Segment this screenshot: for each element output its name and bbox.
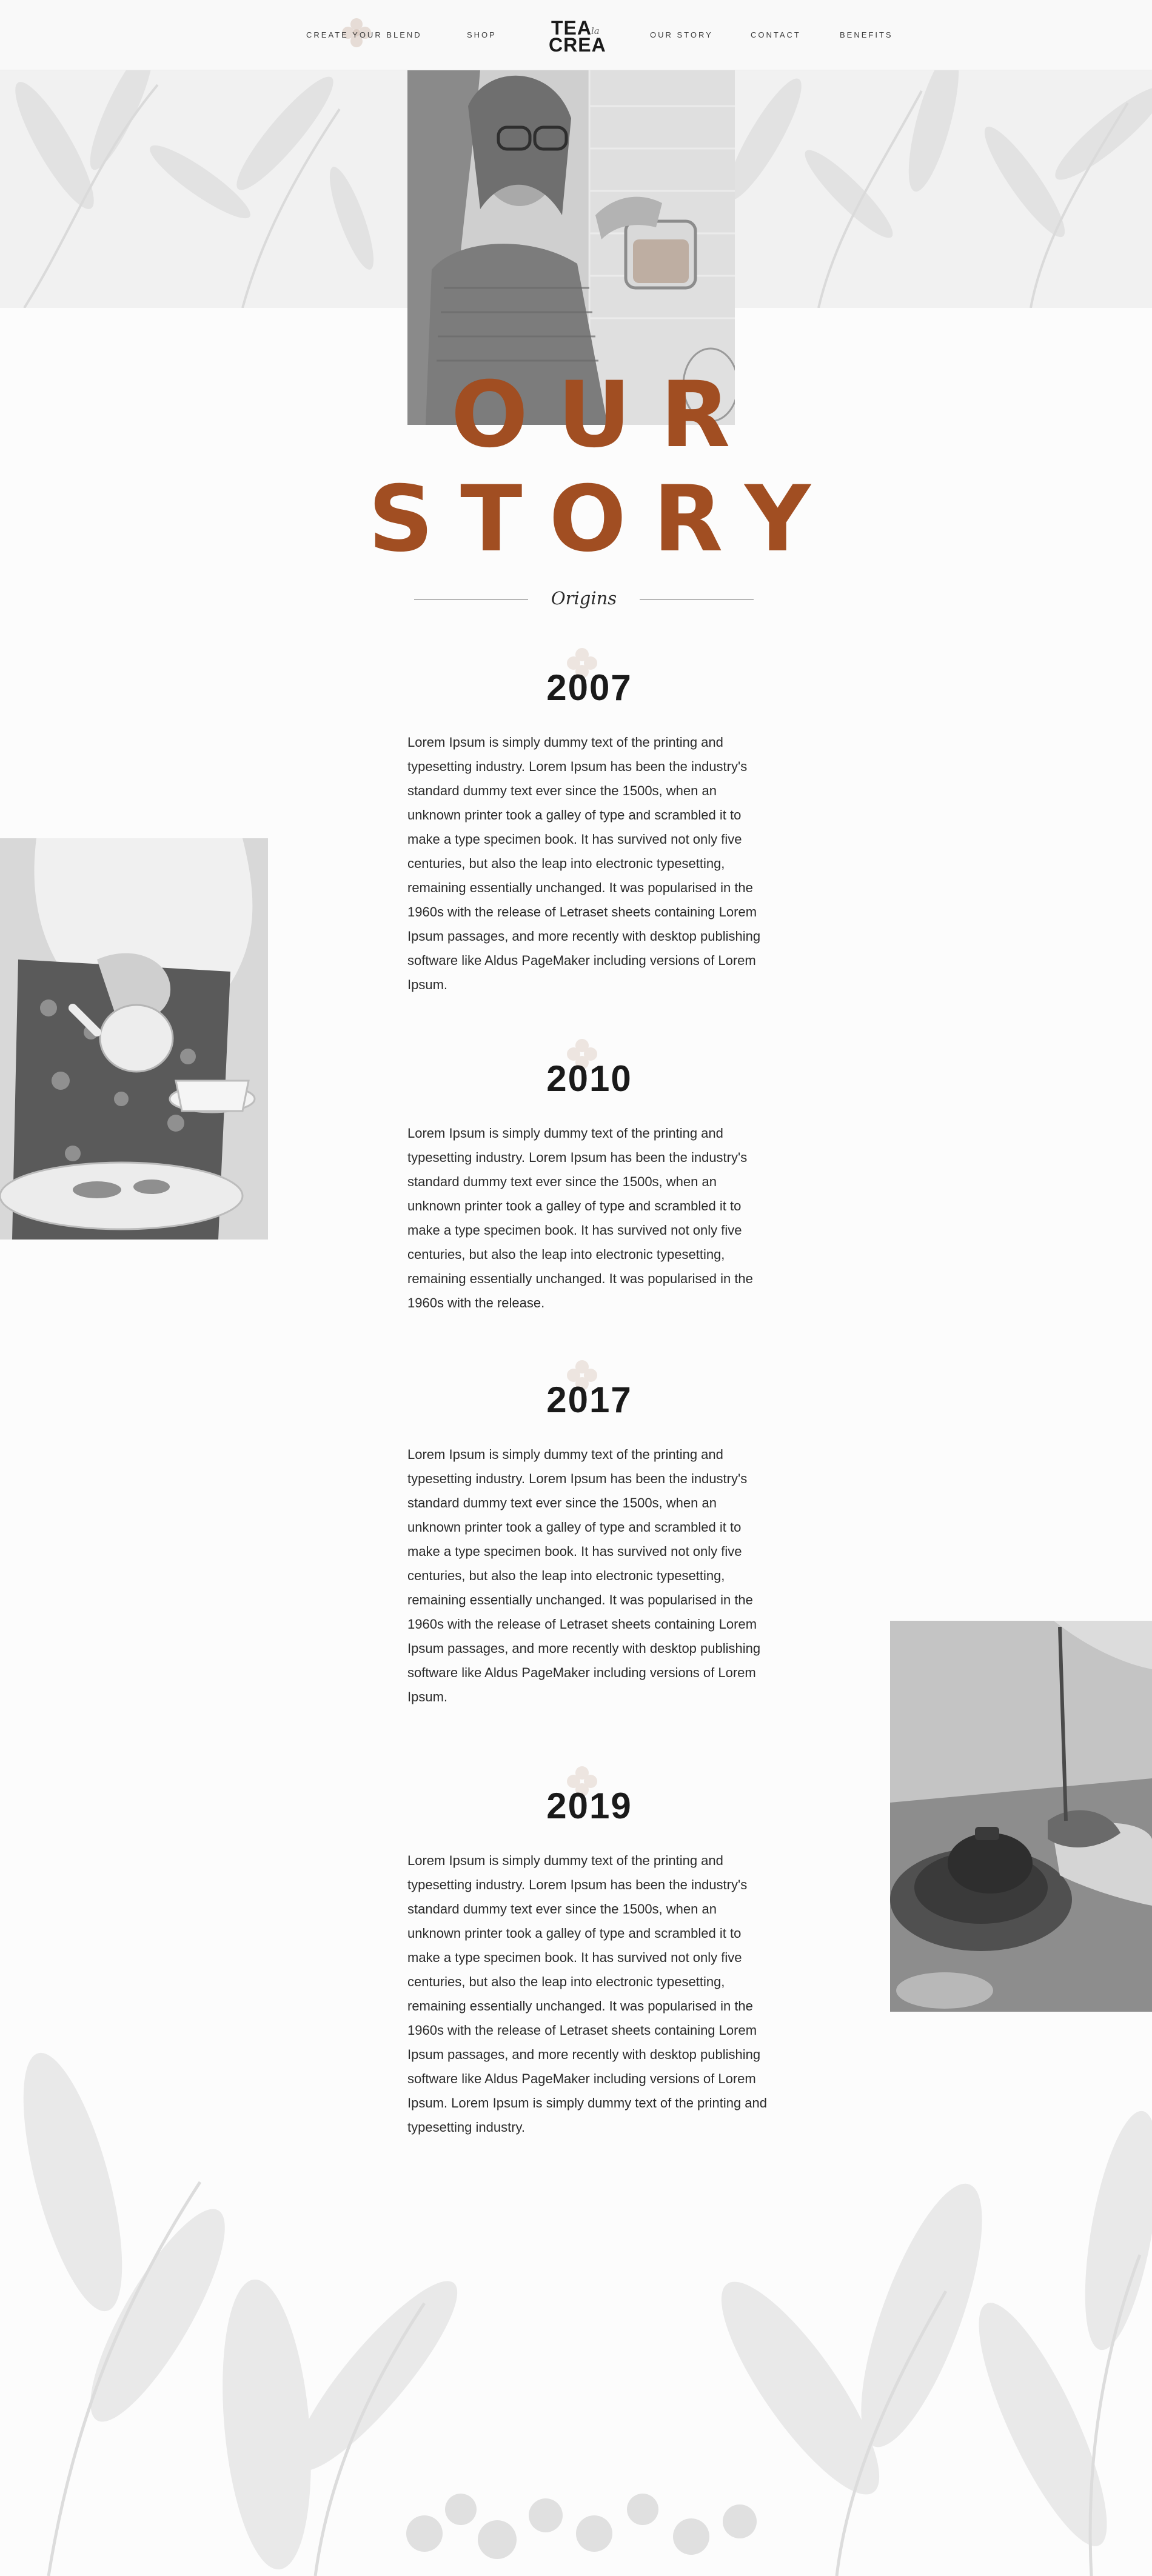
logo-line2: CREA	[549, 34, 606, 56]
photo-tea-ceremony	[890, 1621, 1152, 2012]
timeline-text: Lorem Ipsum is simply dummy text of the …	[407, 1126, 753, 1310]
nav-link-our-story[interactable]: OUR STORY	[650, 30, 713, 39]
timeline-text: Lorem Ipsum is simply dummy text of the …	[407, 1447, 761, 1704]
timeline-text: Lorem Ipsum is simply dummy text of the …	[407, 735, 761, 992]
subtitle-origins: Origins	[551, 588, 617, 609]
brand-logo[interactable]: TEA la CREA	[549, 17, 609, 55]
timeline-year: 2017	[546, 1380, 632, 1420]
timeline-entry: 2019 Lorem Ipsum is simply dummy text of…	[407, 1766, 771, 2140]
nav-link-shop[interactable]: SHOP	[467, 30, 497, 39]
top-navigation: CREATE YOUR BLEND SHOP TEA la CREA OUR S…	[0, 0, 1152, 70]
nav-link-contact[interactable]: CONTACT	[751, 30, 801, 39]
timeline-year: 2019	[546, 1786, 632, 1826]
timeline-entry: 2017 Lorem Ipsum is simply dummy text of…	[407, 1360, 771, 1709]
timeline-entry: 2007 Lorem Ipsum is simply dummy text of…	[407, 648, 771, 997]
nav-link-benefits[interactable]: BENEFITS	[840, 30, 893, 39]
timeline-year: 2007	[546, 667, 632, 708]
timeline-entry: 2010 Lorem Ipsum is simply dummy text of…	[407, 1039, 771, 1315]
subtitle-row: Origins	[414, 588, 754, 609]
page-title-line1: OUR	[450, 362, 760, 468]
page-title-line2: STORY	[368, 467, 837, 572]
nav-link-create-your-blend[interactable]: CREATE YOUR BLEND	[306, 30, 422, 39]
photo-pouring-tea	[0, 838, 268, 1240]
timeline-text: Lorem Ipsum is simply dummy text of the …	[407, 1853, 768, 2135]
timeline-year: 2010	[546, 1058, 632, 1099]
